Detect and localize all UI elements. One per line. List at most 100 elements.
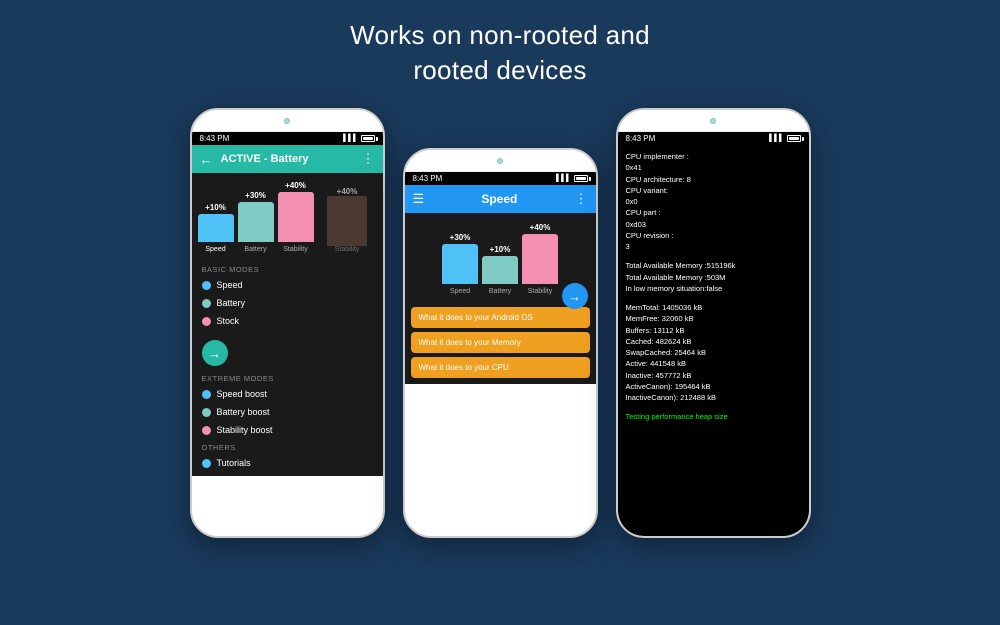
card-android-os[interactable]: What it does to your Android OS bbox=[411, 307, 590, 328]
partial-bar bbox=[327, 196, 367, 246]
phone-speaker-center bbox=[497, 158, 503, 164]
center-mode-stability-percent: +40% bbox=[530, 223, 551, 232]
label-battery: Battery bbox=[217, 298, 246, 308]
list-item-tutorials[interactable]: Tutorials bbox=[192, 454, 383, 472]
arrow-btn-left[interactable]: → bbox=[202, 340, 228, 366]
partial-percent: +40% bbox=[337, 187, 358, 196]
label-stability-boost: Stability boost bbox=[217, 425, 273, 435]
status-bar-center: 8:43 PM ▐▐▐ bbox=[405, 172, 596, 185]
center-content-area: → What it does to your Android OS What i… bbox=[405, 301, 596, 384]
right-cached: Cached: 482624 kB bbox=[626, 336, 801, 347]
signal-right: ▐▐▐ bbox=[767, 135, 782, 142]
phone-top-right bbox=[618, 110, 809, 132]
menu-icon-left[interactable]: ⋮ bbox=[362, 151, 375, 167]
right-mem-total-avail-m: Total Available Memory :503M bbox=[626, 272, 801, 283]
right-cpu-impl-label: CPU implementer : bbox=[626, 151, 801, 162]
center-mode-battery-bar bbox=[482, 256, 518, 284]
center-cards: What it does to your Android OS What it … bbox=[405, 301, 596, 384]
mode-speed-percent: +10% bbox=[205, 203, 226, 212]
right-mem-total-avail: Total Available Memory :515196k bbox=[626, 260, 801, 271]
status-bar-right: 8:43 PM ▐▐▐ bbox=[618, 132, 809, 145]
list-item-speed[interactable]: Speed bbox=[192, 276, 383, 294]
more-icon-center[interactable]: ⋮ bbox=[575, 191, 588, 207]
phones-container: 8:43 PM ▐▐▐ ← ACTIVE - Battery ⋮ +10% Sp… bbox=[0, 88, 1000, 538]
mode-stability-bar bbox=[278, 192, 314, 242]
center-mode-speed-bar bbox=[442, 244, 478, 284]
signal-left: ▐▐▐ bbox=[341, 135, 356, 142]
label-battery-boost: Battery boost bbox=[217, 407, 270, 417]
center-mode-battery[interactable]: +10% Battery bbox=[482, 245, 518, 295]
mode-battery[interactable]: +30% Battery bbox=[238, 191, 274, 253]
center-mode-battery-percent: +10% bbox=[490, 245, 511, 254]
time-right: 8:43 PM bbox=[626, 134, 656, 143]
card-memory[interactable]: What it does to your Memory bbox=[411, 332, 590, 353]
hamburger-icon-center[interactable]: ☰ bbox=[413, 191, 425, 207]
section-basic-modes: BASIC MODES bbox=[192, 261, 383, 276]
right-cpu-part-val: 0xd03 bbox=[626, 219, 801, 230]
status-bar-left: 8:43 PM ▐▐▐ bbox=[192, 132, 383, 145]
right-content: CPU implementer : 0x41 CPU architecture:… bbox=[618, 145, 809, 536]
right-cpu-part-label: CPU part : bbox=[626, 207, 801, 218]
list-item-stock[interactable]: Stock bbox=[192, 312, 383, 330]
list-item-battery[interactable]: Battery bbox=[192, 294, 383, 312]
phone-left: 8:43 PM ▐▐▐ ← ACTIVE - Battery ⋮ +10% Sp… bbox=[190, 108, 385, 538]
center-mode-stability-label: Stability bbox=[528, 288, 553, 295]
section-extreme-modes: EXTREME MODES bbox=[192, 370, 383, 385]
hero-line1: Works on non-rooted and bbox=[0, 18, 1000, 53]
battery-center bbox=[574, 175, 588, 182]
phone-speaker-right bbox=[710, 118, 716, 124]
dot-battery-boost bbox=[202, 408, 211, 417]
section-others: OTHERS bbox=[192, 439, 383, 454]
mode-stability[interactable]: +40% Stability bbox=[278, 181, 314, 253]
spacer3 bbox=[626, 403, 801, 411]
center-mode-stability-bar bbox=[522, 234, 558, 284]
center-mode-stability[interactable]: +40% Stability bbox=[522, 223, 558, 295]
dot-stability-boost bbox=[202, 426, 211, 435]
arrow-btn-area: → bbox=[192, 330, 383, 370]
list-item-speed-boost[interactable]: Speed boost bbox=[192, 385, 383, 403]
right-cpu-variant-val: 0x0 bbox=[626, 196, 801, 207]
mode-battery-percent: +30% bbox=[245, 191, 266, 200]
dot-battery bbox=[202, 299, 211, 308]
center-mode-speed[interactable]: +30% Speed bbox=[442, 233, 478, 295]
arrow-btn-center[interactable]: → bbox=[562, 283, 588, 309]
center-mode-battery-label: Battery bbox=[489, 288, 511, 295]
left-app-title: ACTIVE - Battery bbox=[221, 153, 354, 165]
phone-center: 8:43 PM ▐▐▐ ☰ Speed ⋮ +30% Speed +10% Ba… bbox=[403, 148, 598, 538]
mode-stability-percent: +40% bbox=[285, 181, 306, 190]
right-cpu-variant-label: CPU variant: bbox=[626, 185, 801, 196]
left-list: BASIC MODES Speed Battery Stock → EXTREM… bbox=[192, 257, 383, 476]
back-icon-left[interactable]: ← bbox=[200, 152, 213, 167]
phone-top-left bbox=[192, 110, 383, 132]
right-cpu-revision-label: CPU revision : bbox=[626, 230, 801, 241]
mode-speed[interactable]: +10% Speed bbox=[198, 203, 234, 253]
spacer2 bbox=[626, 294, 801, 302]
mode-battery-bar bbox=[238, 202, 274, 242]
spacer1 bbox=[626, 252, 801, 260]
list-item-stability-boost[interactable]: Stability boost bbox=[192, 421, 383, 439]
right-cpu-arch: CPU architecture: 8 bbox=[626, 174, 801, 185]
right-testing: Testing performance heap size bbox=[626, 411, 801, 422]
dot-speed-boost bbox=[202, 390, 211, 399]
phone-speaker-left bbox=[284, 118, 290, 124]
center-app-title: Speed bbox=[432, 192, 566, 206]
left-modes-selector: +10% Speed +30% Battery +40% Stability +… bbox=[192, 173, 383, 257]
right-inactivecanon: InactiveCanon): 212488 kB bbox=[626, 392, 801, 403]
battery-left bbox=[361, 135, 375, 142]
right-cpu-revision-val: 3 bbox=[626, 241, 801, 252]
battery-right bbox=[787, 135, 801, 142]
label-speed: Speed bbox=[217, 280, 243, 290]
label-speed-boost: Speed boost bbox=[217, 389, 268, 399]
right-cpu-impl-val: 0x41 bbox=[626, 162, 801, 173]
label-stock: Stock bbox=[217, 316, 240, 326]
center-app-bar: ☰ Speed ⋮ bbox=[405, 185, 596, 213]
right-memfree: MemFree: 32060 kB bbox=[626, 313, 801, 324]
mode-stability-label: Stability bbox=[283, 246, 308, 253]
right-mem-low: In low memory situation:false bbox=[626, 283, 801, 294]
card-cpu[interactable]: What it does to your CPU bbox=[411, 357, 590, 378]
right-buffers: Buffers: 13112 kB bbox=[626, 325, 801, 336]
mode-battery-label: Battery bbox=[244, 246, 266, 253]
dot-stock bbox=[202, 317, 211, 326]
hero-title: Works on non-rooted and rooted devices bbox=[0, 0, 1000, 88]
list-item-battery-boost[interactable]: Battery boost bbox=[192, 403, 383, 421]
